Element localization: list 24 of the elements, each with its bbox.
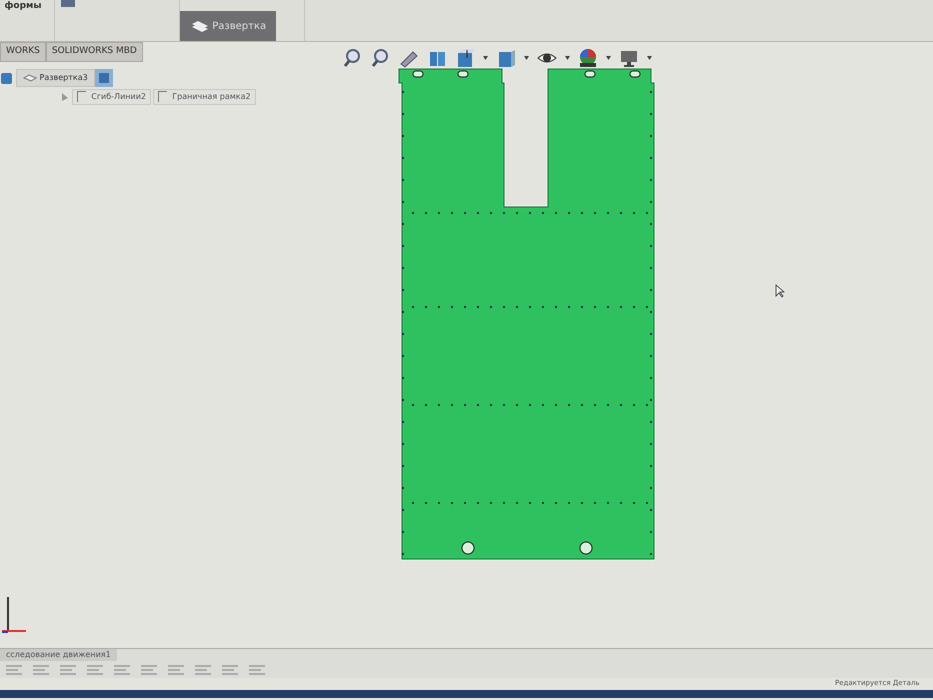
search-icon[interactable] [370, 48, 391, 68]
pointer-icon[interactable] [60, 92, 70, 102]
breadcrumb-item[interactable]: Развертка3 [16, 68, 95, 86]
command-tab[interactable]: SOLIDWORKS MBD [46, 42, 143, 62]
feature-chip[interactable]: Сгиб-Линии2 [72, 88, 151, 105]
caret-icon[interactable] [564, 56, 570, 60]
breadcrumb-end[interactable] [94, 68, 113, 86]
ribbon-button[interactable]: Развертка [180, 11, 276, 41]
sheet-stack-icon [23, 74, 38, 82]
color-ball-icon[interactable] [578, 48, 598, 68]
motion-study-tab[interactable]: сследование движения1 [0, 649, 117, 661]
cursor-icon [774, 284, 784, 298]
command-tab[interactable]: WORKS [0, 42, 46, 62]
tool-icon[interactable] [60, 0, 76, 8]
caret-icon[interactable] [606, 56, 611, 60]
caret-icon[interactable] [646, 56, 652, 60]
axis-triad-icon [2, 594, 28, 634]
feature-chip[interactable]: Граничная рамка2 [153, 88, 256, 105]
ribbon-label: формы [4, 0, 42, 13]
caret-icon[interactable] [524, 56, 529, 60]
sheet-stack-icon [190, 20, 210, 32]
search-icon[interactable] [342, 48, 363, 68]
caret-icon[interactable] [482, 56, 488, 60]
monitor-icon[interactable] [618, 48, 639, 68]
